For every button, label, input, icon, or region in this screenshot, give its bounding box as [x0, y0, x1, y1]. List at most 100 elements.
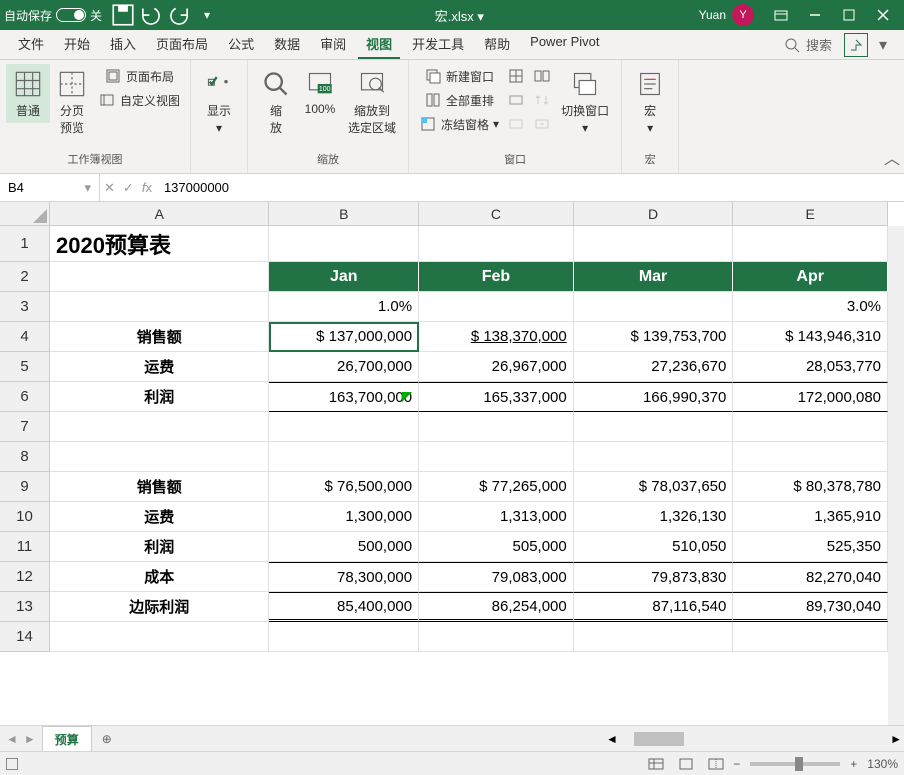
save-icon[interactable]	[110, 3, 136, 27]
zoom-out-button[interactable]: −	[733, 757, 740, 771]
cell[interactable]: 26,967,000	[419, 352, 574, 382]
qat-dropdown-icon[interactable]: ▾	[194, 3, 220, 27]
zoom-selection-button[interactable]: 缩放到 选定区域	[342, 64, 402, 140]
tab-文件[interactable]: 文件	[10, 30, 52, 59]
cell[interactable]	[733, 412, 888, 442]
cell[interactable]: 边际利润	[50, 592, 269, 622]
next-sheet-icon[interactable]: ►	[24, 732, 36, 746]
cell[interactable]: 166,990,370	[574, 382, 734, 412]
zoom-level[interactable]: 130%	[867, 757, 898, 771]
cell[interactable]: 1,365,910	[733, 502, 888, 532]
macros-button[interactable]: 宏 ▾	[628, 64, 672, 139]
cell[interactable]	[419, 442, 574, 472]
select-all-corner[interactable]	[0, 202, 50, 226]
cell[interactable]	[50, 622, 269, 652]
comments-icon[interactable]: ▾	[872, 35, 894, 55]
cell[interactable]: 86,254,000	[419, 592, 574, 622]
cancel-icon[interactable]: ✕	[104, 180, 115, 196]
view-side-button[interactable]	[529, 64, 555, 88]
row-header[interactable]: 5	[0, 352, 50, 382]
cell[interactable]	[733, 622, 888, 652]
cell[interactable]	[269, 412, 419, 442]
share-button[interactable]	[844, 33, 868, 57]
reset-position-button[interactable]	[529, 112, 555, 136]
row-header[interactable]: 6	[0, 382, 50, 412]
tab-插入[interactable]: 插入	[102, 30, 144, 59]
cell[interactable]: $ 137,000,000	[269, 322, 419, 352]
cell[interactable]: 510,050	[574, 532, 734, 562]
cell[interactable]	[574, 412, 734, 442]
prev-sheet-icon[interactable]: ◄	[6, 732, 18, 746]
normal-view-icon[interactable]	[643, 754, 669, 774]
row-header[interactable]: 13	[0, 592, 50, 622]
tab-页面布局[interactable]: 页面布局	[148, 30, 216, 59]
page-layout-view-icon[interactable]	[673, 754, 699, 774]
page-break-view-icon[interactable]	[703, 754, 729, 774]
scroll-left-icon[interactable]: ◄	[604, 732, 620, 746]
collapse-ribbon-icon[interactable]: ︿	[880, 141, 904, 173]
confirm-icon[interactable]: ✓	[123, 180, 134, 196]
cell[interactable]: 1,326,130	[574, 502, 734, 532]
cell[interactable]: 163,700,000	[269, 382, 419, 412]
cell[interactable]: 3.0%	[733, 292, 888, 322]
cell[interactable]: 79,083,000	[419, 562, 574, 592]
cell[interactable]: 利润	[50, 382, 269, 412]
cell[interactable]: Apr	[733, 262, 888, 292]
sheet-tab[interactable]: 预算	[42, 726, 92, 752]
cell[interactable]	[50, 412, 269, 442]
col-header[interactable]: B	[269, 202, 419, 226]
cell[interactable]: 1.0%	[269, 292, 419, 322]
show-button[interactable]: 显示 ▾	[197, 64, 241, 139]
fx-icon[interactable]: fx	[142, 180, 152, 196]
page-break-button[interactable]: 分页 预览	[50, 64, 94, 140]
cell[interactable]: 运费	[50, 352, 269, 382]
cell[interactable]: 28,053,770	[733, 352, 888, 382]
row-header[interactable]: 8	[0, 442, 50, 472]
cell[interactable]: 销售额	[50, 472, 269, 502]
row-header[interactable]: 14	[0, 622, 50, 652]
add-sheet-button[interactable]: ⊕	[96, 728, 118, 750]
cell[interactable]: 89,730,040	[733, 592, 888, 622]
cell[interactable]: Mar	[574, 262, 734, 292]
redo-icon[interactable]	[166, 3, 192, 27]
custom-views-button[interactable]: 自定义视图	[94, 88, 184, 112]
undo-icon[interactable]	[138, 3, 164, 27]
switch-windows-button[interactable]: 切换窗口 ▾	[555, 64, 615, 139]
cell[interactable]	[269, 442, 419, 472]
cell[interactable]	[269, 226, 419, 262]
cell[interactable]: $ 138,370,000	[419, 322, 574, 352]
new-window-button[interactable]: 新建窗口	[415, 64, 503, 88]
tab-视图[interactable]: 视图	[358, 30, 400, 59]
zoom-button[interactable]: 缩 放	[254, 64, 298, 140]
cell[interactable]	[574, 292, 734, 322]
row-header[interactable]: 7	[0, 412, 50, 442]
minimize-icon[interactable]	[798, 1, 832, 29]
row-header[interactable]: 11	[0, 532, 50, 562]
search-box[interactable]: 搜索	[784, 35, 832, 54]
cell[interactable]: $ 80,378,780	[733, 472, 888, 502]
col-header[interactable]: E	[733, 202, 888, 226]
zoom-100-button[interactable]: 100 100%	[298, 64, 342, 120]
cell[interactable]	[419, 622, 574, 652]
autosave[interactable]: 自动保存 关	[4, 7, 102, 24]
cell[interactable]: $ 76,500,000	[269, 472, 419, 502]
cell[interactable]: 525,350	[733, 532, 888, 562]
formula-input[interactable]: 137000000	[156, 180, 904, 195]
cell[interactable]: Jan	[269, 262, 419, 292]
row-header[interactable]: 3	[0, 292, 50, 322]
cell[interactable]: 1,300,000	[269, 502, 419, 532]
cell[interactable]: 成本	[50, 562, 269, 592]
row-header[interactable]: 4	[0, 322, 50, 352]
cell[interactable]: 172,000,080	[733, 382, 888, 412]
row-header[interactable]: 10	[0, 502, 50, 532]
cell[interactable]	[574, 622, 734, 652]
row-header[interactable]: 12	[0, 562, 50, 592]
arrange-all-button[interactable]: 全部重排	[415, 88, 503, 112]
zoom-slider[interactable]	[750, 762, 840, 766]
cell[interactable]: 销售额	[50, 322, 269, 352]
cell[interactable]: 26,700,000	[269, 352, 419, 382]
cell[interactable]	[419, 292, 574, 322]
cell[interactable]	[419, 226, 574, 262]
cell[interactable]: 2020预算表	[50, 226, 269, 262]
cell[interactable]: 85,400,000	[269, 592, 419, 622]
